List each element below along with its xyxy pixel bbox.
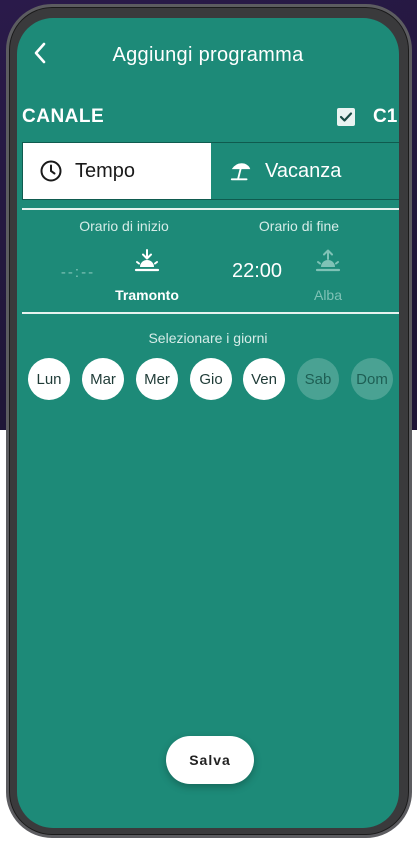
end-mode-label: Alba: [313, 287, 343, 303]
day-mer[interactable]: Mer: [136, 358, 178, 400]
day-mar[interactable]: Mar: [82, 358, 124, 400]
channel-value: C1: [373, 106, 398, 127]
tab-tempo-label: Tempo: [75, 159, 136, 182]
start-time-label: Orario di inizio: [79, 218, 169, 234]
end-time-value[interactable]: 22:00: [212, 260, 302, 283]
tab-vacanza[interactable]: Vacanza: [211, 143, 399, 199]
channel-row: CANALE C1: [17, 104, 399, 132]
header: Aggiungi programma: [17, 18, 399, 88]
tab-vacanza-label: Vacanza: [265, 159, 342, 182]
page-title: Aggiungi programma: [112, 44, 304, 66]
divider-middle: [22, 312, 399, 314]
start-mode-label: Tramonto: [115, 287, 179, 303]
days-label: Selezionare i giorni: [148, 330, 268, 346]
save-button[interactable]: Salva: [166, 736, 254, 784]
day-gio[interactable]: Gio: [190, 358, 232, 400]
start-time-value[interactable]: --:--: [33, 264, 123, 281]
sunrise-icon[interactable]: [314, 248, 342, 276]
day-dom[interactable]: Dom: [351, 358, 393, 400]
tab-tempo[interactable]: Tempo: [23, 143, 211, 199]
day-sab[interactable]: Sab: [297, 358, 339, 400]
clock-icon: [39, 159, 63, 183]
beach-umbrella-icon: [229, 159, 253, 183]
divider-top: [22, 208, 399, 210]
mode-tabs: Tempo Vacanza: [22, 142, 399, 200]
end-time-label: Orario di fine: [258, 218, 340, 234]
sunset-icon[interactable]: [133, 248, 161, 276]
day-ven[interactable]: Ven: [243, 358, 285, 400]
channel-label: CANALE: [22, 106, 105, 127]
day-lun[interactable]: Lun: [28, 358, 70, 400]
days-selector: Lun Mar Mer Gio Ven Sab Dom: [26, 358, 396, 400]
check-icon: [339, 112, 353, 122]
app-screen: Aggiungi programma CANALE C1 Tempo Vacan…: [17, 18, 399, 828]
channel-checkbox[interactable]: [337, 108, 355, 126]
